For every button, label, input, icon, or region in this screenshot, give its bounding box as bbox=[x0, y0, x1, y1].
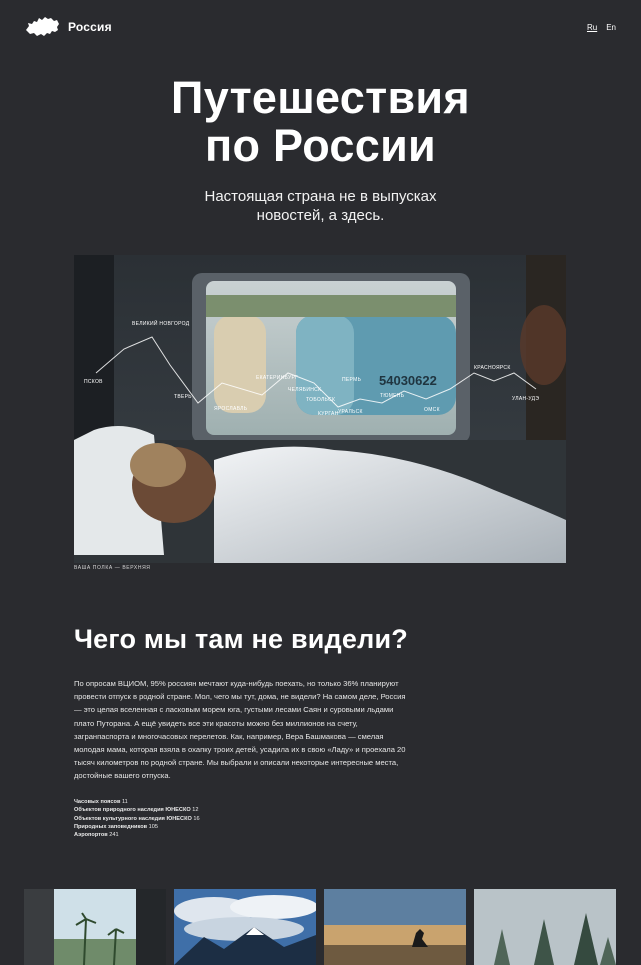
route-city: ЕКАТЕРИНБУРГ bbox=[256, 375, 298, 381]
page-title: Путешествия по России bbox=[0, 74, 641, 170]
page-subtitle-line1: Настоящая страна не в выпусках bbox=[204, 188, 437, 205]
section-heading: Чего мы там не видели? bbox=[74, 624, 408, 654]
photo-caption: ВАША ПОЛКА — ВЕРХНЯЯ bbox=[74, 565, 151, 571]
stat-item: Часовых поясов 11 bbox=[74, 799, 128, 805]
gallery-thumb-train-window[interactable] bbox=[24, 889, 166, 965]
russia-map-icon bbox=[26, 17, 59, 36]
train-number: 54030622 bbox=[379, 373, 437, 388]
route-city: ТЮМЕНЬ bbox=[380, 393, 405, 399]
lang-en-link[interactable]: En bbox=[606, 23, 616, 32]
route-city: ЯРОСЛАВЛЬ bbox=[214, 406, 248, 412]
page-subtitle: Настоящая страна не в выпусках новостей,… bbox=[0, 187, 641, 225]
route-city: ВЕЛИКИЙ НОВГОРОД bbox=[132, 319, 190, 327]
route-city: ТВЕРЬ bbox=[174, 394, 192, 400]
stat-item: Объектов природного наследия ЮНЕСКО 12 bbox=[74, 807, 199, 814]
stat-item: Объектов культурного наследия ЮНЕСКО 16 bbox=[74, 815, 200, 822]
route-city: УЛАН-УДЭ bbox=[512, 396, 539, 402]
gallery bbox=[0, 889, 641, 965]
route-city: ПЕРМЬ bbox=[342, 377, 362, 383]
page-subtitle-line2: новостей, а здесь. bbox=[256, 207, 385, 224]
route-city: ПСКОВ bbox=[84, 379, 103, 385]
stat-item: Аэропортов 241 bbox=[74, 832, 119, 839]
route-city: ТОБОЛЬСК bbox=[306, 397, 335, 403]
route-city: ОМСК bbox=[424, 407, 440, 413]
gallery-thumb-misty-forest[interactable] bbox=[474, 889, 616, 965]
page-title-line1: Путешествия bbox=[171, 72, 470, 123]
logo[interactable]: Россия bbox=[24, 15, 112, 39]
section-paragraph: По опросам ВЦИОМ, 95% россиян мечтают ку… bbox=[74, 679, 406, 781]
lang-ru-link[interactable]: Ru bbox=[587, 23, 597, 32]
route-city: КУРГАН bbox=[318, 411, 339, 417]
gallery-thumb-mountains[interactable] bbox=[174, 889, 316, 965]
hero-photo: 54030622 ПСКОВ ВЕЛИКИЙ НОВГОРОД ТВЕРЬ ЯР… bbox=[74, 255, 566, 563]
route-city: КРАСНОЯРСК bbox=[474, 365, 511, 371]
stat-item: Природных заповедников 105 bbox=[74, 823, 158, 830]
stats-list: Часовых поясов 11 Объектов природного на… bbox=[74, 798, 200, 839]
site-header: Россия Ru En bbox=[0, 0, 641, 60]
route-city: УРАЛЬСК bbox=[338, 409, 363, 415]
language-switcher: Ru En bbox=[587, 23, 616, 32]
route-city: ЧЕЛЯБИНСК bbox=[288, 387, 321, 393]
logo-text: Россия bbox=[68, 20, 112, 34]
page-title-line2: по России bbox=[204, 120, 437, 171]
gallery-thumb-wolf-sunset[interactable] bbox=[324, 889, 466, 965]
